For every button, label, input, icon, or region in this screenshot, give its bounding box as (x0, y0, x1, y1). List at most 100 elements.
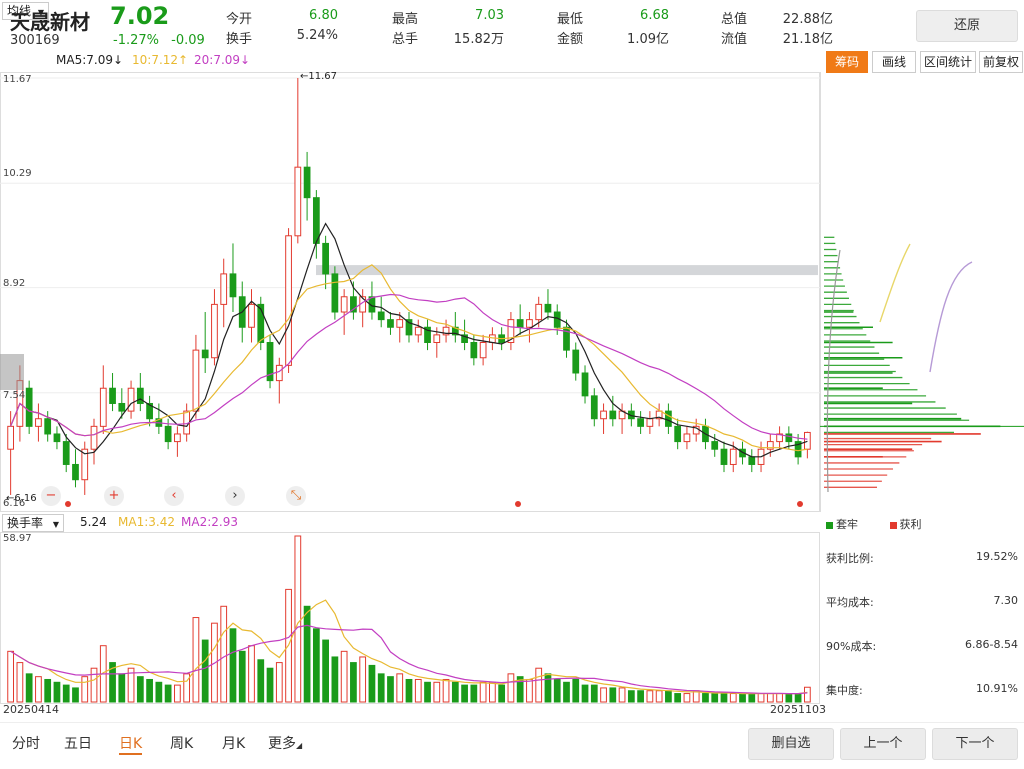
turnover-bar (155, 681, 163, 703)
tab-daily-k[interactable]: 日K (119, 733, 143, 755)
turnover-bar (627, 690, 635, 703)
turnover-bar (461, 684, 468, 703)
price-band (316, 265, 818, 276)
end-date: 20251103 (770, 703, 826, 716)
stat-value: 21.18亿 (782, 32, 833, 47)
turnover-bar (748, 693, 756, 703)
previous-button[interactable]: 上一个 (840, 728, 926, 760)
turnover-bar (489, 681, 496, 703)
turnover-bar (16, 662, 24, 703)
tab-chip[interactable]: 筹码 (826, 51, 868, 73)
tab-more-label: 更多 (268, 736, 296, 752)
legend-trapped: 套牢 (836, 518, 858, 531)
indicator-type-label: 均线 (7, 4, 32, 18)
turnover-bar (637, 690, 644, 703)
candle-body (220, 273, 228, 305)
zoom-out-icon[interactable]: − (41, 486, 61, 506)
next-button[interactable]: 下一个 (932, 728, 1018, 760)
candle-body (516, 319, 524, 328)
turnover-bar (44, 678, 52, 703)
turnover-bar (609, 687, 617, 703)
chip-stat-label: 集中度: (826, 684, 863, 697)
tab-more[interactable]: 更多◢ (268, 733, 302, 753)
turnover-bar (303, 605, 311, 703)
tab-range-stats[interactable]: 区间统计 (920, 51, 976, 73)
restore-button[interactable]: 还原 (916, 10, 1018, 42)
turnover-bar (377, 673, 385, 703)
turnover-bar (507, 673, 515, 703)
stat-label: 总手 (392, 32, 419, 47)
stat-label: 金额 (557, 32, 584, 47)
candle-body (674, 425, 682, 443)
turnover-bar (257, 659, 265, 703)
start-date: 20250414 (3, 703, 59, 716)
tab-monthly-k[interactable]: 月K (222, 733, 245, 753)
turnover-bar (146, 678, 153, 703)
candle-body (174, 433, 181, 443)
turnover-bar (294, 535, 302, 703)
candle-body (803, 431, 811, 450)
tab-draw-line[interactable]: 画线 (872, 51, 916, 73)
turnover-bar (368, 664, 376, 703)
turnover-bar (572, 678, 580, 703)
turnover-bar (785, 693, 793, 703)
turnover-bar (331, 656, 339, 703)
chip-stat-value: 7.30 (993, 594, 1019, 607)
zoom-in-icon[interactable]: + (104, 486, 124, 506)
stat-value: 7.03 (475, 8, 504, 23)
turnover-bar (590, 684, 598, 703)
candle-body (312, 197, 320, 244)
stock-code: 300169 (10, 33, 60, 48)
indicator-type-select[interactable]: 均线 ▼ (2, 2, 49, 20)
turnover-bar (312, 628, 320, 703)
sub-indicator-select[interactable]: 换手率 ▼ (2, 514, 64, 532)
turnover-bar (766, 693, 774, 703)
turnover-bar (544, 673, 552, 703)
chip-stat-value: 10.91% (976, 682, 1018, 695)
collapse-icon[interactable]: ⤡ (286, 486, 306, 506)
turnover-bar (201, 639, 209, 703)
tab-weekly-k[interactable]: 周K (170, 733, 193, 753)
stat-value: 22.88亿 (782, 12, 833, 27)
candle-body (479, 342, 487, 359)
candle-body (127, 387, 135, 412)
turnover-bar (739, 693, 746, 703)
candle-body (609, 410, 617, 420)
candle-body (377, 311, 385, 321)
candle-body (683, 433, 691, 443)
price-axis-label: 11.67 (3, 74, 32, 85)
low-annotation: ←6.16 (6, 493, 37, 504)
stat-label: 最低 (557, 12, 584, 27)
turnover-bar (35, 676, 42, 703)
sub-indicator-label: 换手率 (7, 516, 44, 530)
candle-body (600, 410, 607, 420)
candle-body (414, 326, 422, 336)
tab-forward-adjust[interactable]: 前复权 (979, 51, 1023, 73)
candlestick-chart[interactable] (0, 72, 820, 512)
turnover-bar (665, 690, 672, 703)
stat-value: 6.80 (309, 8, 338, 23)
legend-profit: 获利 (899, 518, 922, 531)
candle-body (396, 319, 404, 328)
cost-curve (929, 261, 973, 373)
remove-watchlist-button[interactable]: 删自选 (748, 728, 834, 760)
candle-body (248, 303, 255, 328)
tab-intraday[interactable]: 分时 (12, 733, 40, 753)
candle-body (72, 463, 79, 481)
turnover-bar (442, 678, 450, 703)
turnover-bar (720, 693, 728, 703)
chevron-left-icon[interactable]: ‹ (164, 486, 184, 506)
tab-five-day[interactable]: 五日 (64, 733, 92, 753)
candle-body (637, 418, 644, 427)
profit-swatch (889, 521, 897, 529)
ma1-label: MA1:3.42 (118, 515, 175, 529)
chevron-right-icon[interactable]: › (225, 486, 245, 506)
ma20-label: 20:7.09↓ (194, 53, 251, 67)
ma5-label: MA5:7.09↓ (56, 53, 124, 67)
stat-value: 1.09亿 (627, 32, 669, 47)
turnover-chart[interactable] (0, 532, 820, 704)
turnover-bar (479, 681, 487, 703)
corner-arrow-icon: ◢ (296, 741, 303, 750)
candle-body (53, 433, 61, 443)
turnover-bar (702, 693, 709, 703)
